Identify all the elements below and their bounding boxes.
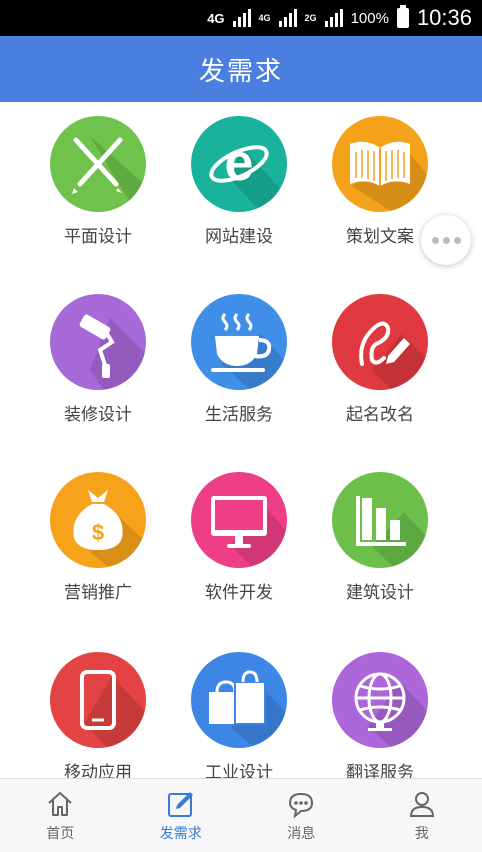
- tab-profile[interactable]: 我: [362, 779, 482, 852]
- monitor-icon: [191, 472, 287, 568]
- signal-icon-3: [325, 9, 343, 27]
- category-software[interactable]: 软件开发: [159, 472, 319, 603]
- battery-percent: 100%: [351, 10, 389, 27]
- tab-home[interactable]: 首页: [0, 779, 121, 852]
- category-label: 移动应用: [18, 758, 178, 778]
- category-label: 工业设计: [159, 758, 319, 778]
- signature-icon: [332, 294, 428, 390]
- category-decoration[interactable]: 装修设计: [18, 294, 178, 425]
- category-translation[interactable]: 翻译服务: [300, 652, 460, 778]
- network-type-3: 2G: [305, 13, 317, 23]
- battery-icon: [397, 8, 409, 28]
- open-book-icon: [332, 116, 428, 212]
- category-naming[interactable]: 起名改名: [300, 294, 460, 425]
- tab-messages[interactable]: 消息: [241, 779, 362, 852]
- status-bar: 4G 4G 2G 100% 10:36: [0, 0, 482, 36]
- tab-label: 我: [415, 823, 429, 843]
- pen-ruler-icon: [50, 116, 146, 212]
- more-menu-button[interactable]: [421, 215, 471, 265]
- globe-icon: [332, 652, 428, 748]
- category-label: 生活服务: [159, 400, 319, 425]
- tab-post-request[interactable]: 发需求: [121, 779, 242, 852]
- home-icon: [45, 789, 75, 819]
- dot-icon: [443, 237, 450, 244]
- category-life-service[interactable]: 生活服务: [159, 294, 319, 425]
- category-marketing[interactable]: $ 营销推广: [18, 472, 178, 603]
- paint-roller-icon: [50, 294, 146, 390]
- category-industrial-design[interactable]: 工业设计: [159, 652, 319, 778]
- dot-icon: [432, 237, 439, 244]
- network-type-2: 4G: [259, 13, 271, 23]
- category-label: 建筑设计: [300, 578, 460, 603]
- shopping-bags-icon: [191, 652, 287, 748]
- dot-icon: [454, 237, 461, 244]
- signal-icon: [233, 9, 251, 27]
- page-header: 发需求: [0, 36, 482, 102]
- clock: 10:36: [417, 5, 472, 31]
- chat-bubble-icon: [286, 789, 316, 819]
- network-type: 4G: [207, 11, 224, 26]
- category-label: 软件开发: [159, 578, 319, 603]
- category-architecture[interactable]: 建筑设计: [300, 472, 460, 603]
- user-icon: [407, 789, 437, 819]
- category-label: 平面设计: [18, 222, 178, 247]
- tab-label: 发需求: [160, 823, 202, 843]
- smartphone-icon: [50, 652, 146, 748]
- bar-chart-icon: [332, 472, 428, 568]
- category-graphic-design[interactable]: 平面设计: [18, 116, 178, 247]
- signal-icon-2: [279, 9, 297, 27]
- category-label: 起名改名: [300, 400, 460, 425]
- coffee-cup-icon: [191, 294, 287, 390]
- category-mobile-app[interactable]: 移动应用: [18, 652, 178, 778]
- ie-browser-icon: e: [191, 116, 287, 212]
- money-bag-icon: $: [50, 472, 146, 568]
- svg-text:e: e: [225, 134, 254, 192]
- bottom-tab-bar: 首页 发需求 消息 我: [0, 778, 482, 852]
- category-label: 翻译服务: [300, 758, 460, 778]
- tab-label: 首页: [46, 823, 74, 843]
- svg-text:$: $: [92, 520, 104, 545]
- category-grid: 平面设计 e 网站建设 策划文案: [0, 102, 482, 778]
- tab-label: 消息: [287, 823, 315, 843]
- category-label: 营销推广: [18, 578, 178, 603]
- page-title: 发需求: [199, 51, 283, 88]
- category-label: 网站建设: [159, 222, 319, 247]
- category-label: 装修设计: [18, 400, 178, 425]
- edit-icon: [166, 789, 196, 819]
- category-website[interactable]: e 网站建设: [159, 116, 319, 247]
